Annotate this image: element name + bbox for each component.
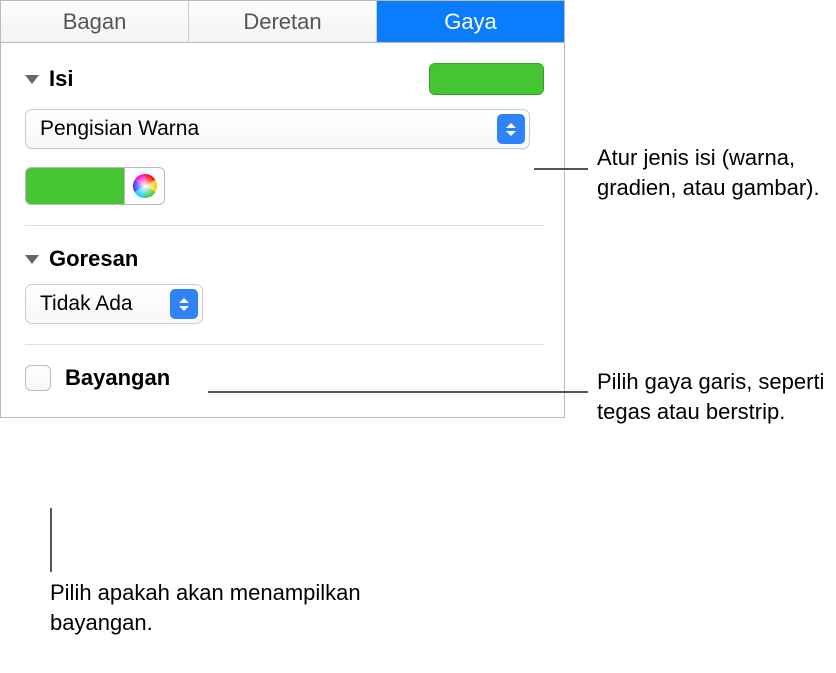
fill-preview-swatch[interactable] (429, 63, 544, 95)
fill-section-title: Isi (49, 66, 73, 92)
stroke-section-title: Goresan (49, 246, 138, 272)
inspector-panel: Bagan Deretan Gaya Isi Pengisian Warna (0, 0, 565, 418)
tab-bar: Bagan Deretan Gaya (1, 1, 564, 43)
shadow-label: Bayangan (65, 365, 170, 391)
tab-style[interactable]: Gaya (377, 1, 564, 42)
fill-type-popup[interactable]: Pengisian Warna (25, 109, 530, 149)
fill-section-header: Isi (25, 63, 544, 95)
chevron-down-icon[interactable] (25, 75, 39, 84)
divider (25, 344, 544, 345)
stroke-style-value: Tidak Ada (26, 292, 170, 316)
callout-line (50, 508, 52, 572)
callout-line (534, 168, 588, 170)
panel-body: Isi Pengisian Warna (1, 43, 564, 417)
popup-stepper-icon (170, 289, 198, 319)
fill-color-swatch[interactable] (25, 167, 125, 205)
tab-series[interactable]: Deretan (189, 1, 377, 42)
color-wheel-button[interactable] (125, 167, 165, 205)
popup-stepper-icon (497, 114, 525, 144)
stroke-style-popup[interactable]: Tidak Ada (25, 284, 203, 324)
tab-chart[interactable]: Bagan (1, 1, 189, 42)
callout-line (208, 391, 588, 393)
callout-fill-type: Atur jenis isi (warna, gradien, atau gam… (597, 143, 827, 202)
divider (25, 225, 544, 226)
shadow-row: Bayangan (25, 365, 544, 391)
shadow-checkbox[interactable] (25, 365, 51, 391)
callout-stroke-style: Pilih gaya garis, seperti tegas atau ber… (597, 367, 827, 426)
fill-type-value: Pengisian Warna (26, 117, 497, 141)
color-wheel-icon (132, 173, 158, 199)
callout-shadow-toggle: Pilih apakah akan menampilkan bayangan. (50, 578, 370, 637)
fill-color-controls (25, 167, 544, 205)
chevron-down-icon[interactable] (25, 255, 39, 264)
stroke-section-header: Goresan (25, 246, 544, 272)
